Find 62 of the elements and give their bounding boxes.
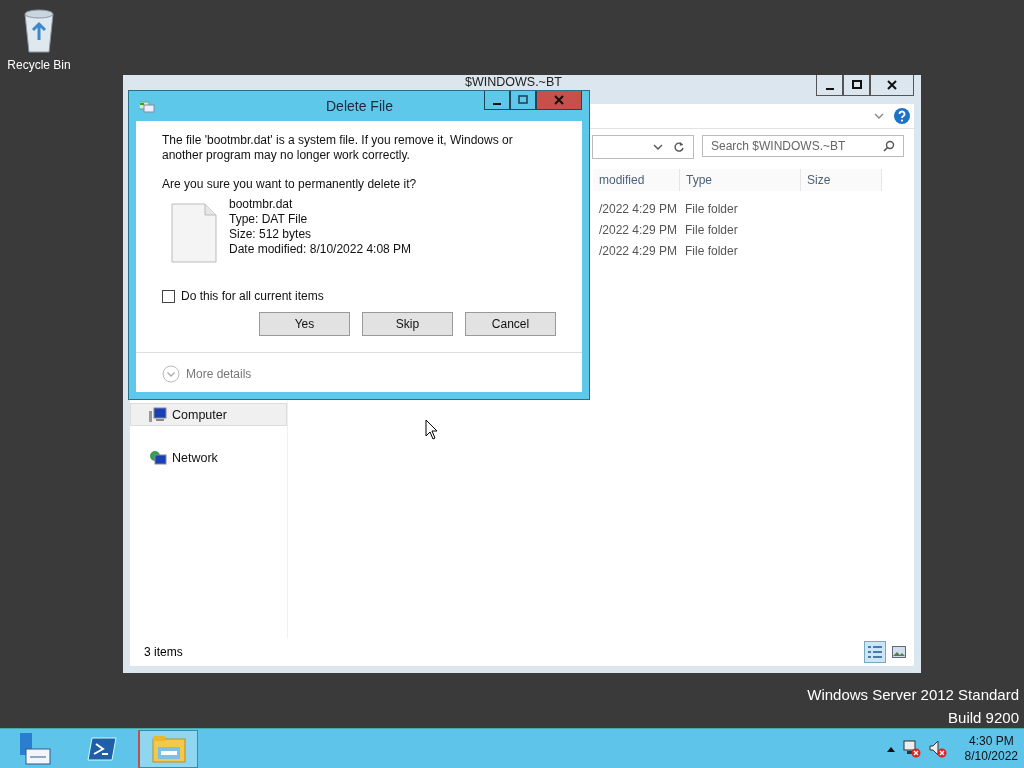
terminal-icon [87,736,117,761]
dialog-button[interactable]: Cancel [465,312,556,336]
maximize-icon [851,80,862,90]
file-detail: Date modified: 8/10/2022 4:08 PM [229,242,412,257]
close-button[interactable] [870,75,914,96]
nav-item[interactable]: Network [130,446,287,469]
close-icon [887,80,897,90]
document-icon [171,203,217,263]
nav-item[interactable]: Computer [130,403,287,426]
image-icon [892,646,906,658]
minimize-button[interactable] [484,91,510,110]
network-icon [149,449,167,466]
file-name: bootmbr.dat [229,197,294,212]
search-field[interactable]: Search $WINDOWS.~BT [702,135,904,157]
address-field[interactable] [592,135,694,159]
refresh-icon[interactable] [673,141,685,153]
show-hidden-icons-icon[interactable] [886,745,895,752]
more-details-button[interactable]: More details [162,365,252,383]
checkbox[interactable] [162,289,175,303]
table-cell-text: /2022 4:29 PM [598,222,679,237]
close-icon [554,95,564,105]
minimize-icon [825,87,834,90]
help-icon[interactable] [894,108,910,124]
files-icon [139,101,155,113]
checkbox-label[interactable]: Do this for all current items [181,289,324,303]
table-cell-text: File folder [684,222,739,237]
column-header[interactable]: Type [680,169,801,191]
table-cell-text: /2022 4:29 PM [598,243,679,258]
folder-icon [151,734,186,763]
details-list-icon [868,646,882,658]
watermark-text: Windows Server 2012 Standard [807,686,1019,703]
confirm-question: Are you sure you want to permanently delete it? [162,177,418,191]
taskbar-app-button[interactable] [138,729,198,768]
desktop-icon-label[interactable]: Recycle Bin [7,58,71,72]
mouse-cursor-icon [425,419,438,440]
column-header[interactable]: modified [593,169,680,191]
computer-icon [149,406,167,423]
status-text: 3 items [144,645,183,659]
muted-speaker-icon[interactable] [928,739,947,758]
table-cell-text: /2022 4:29 PM [598,201,679,216]
network-error-icon[interactable] [902,739,921,758]
dialog-button[interactable]: Skip [362,312,453,336]
maximize-icon [518,95,528,105]
warning-message: The file 'bootmbr.dat' is a system file. If you remove it, Windows or another program may no longer work correctly. [162,133,514,163]
table-cell-text: File folder [684,243,739,258]
chevron-down-icon[interactable] [653,143,663,151]
minimize-button[interactable] [816,75,843,96]
chevron-down-icon[interactable] [874,112,884,120]
file-detail: Size: 512 bytes [229,227,313,242]
chevron-circle-icon [162,365,180,383]
maximize-button[interactable] [843,75,870,96]
details-view-button[interactable] [864,641,886,663]
column-header[interactable]: Size [801,169,882,191]
server-manager-icon [18,732,54,765]
table-cell-text: File folder [684,201,739,216]
clock[interactable]: 4:30 PM 8/10/2022 [964,733,1018,764]
search-icon [883,140,895,152]
watermark-text: Build 9200 [948,709,1019,726]
dialog-title: Delete File [326,98,393,114]
window-title: $WINDOWS.~BT [465,75,562,89]
dialog-button[interactable]: Yes [259,312,350,336]
file-detail: Type: DAT File [229,212,309,227]
